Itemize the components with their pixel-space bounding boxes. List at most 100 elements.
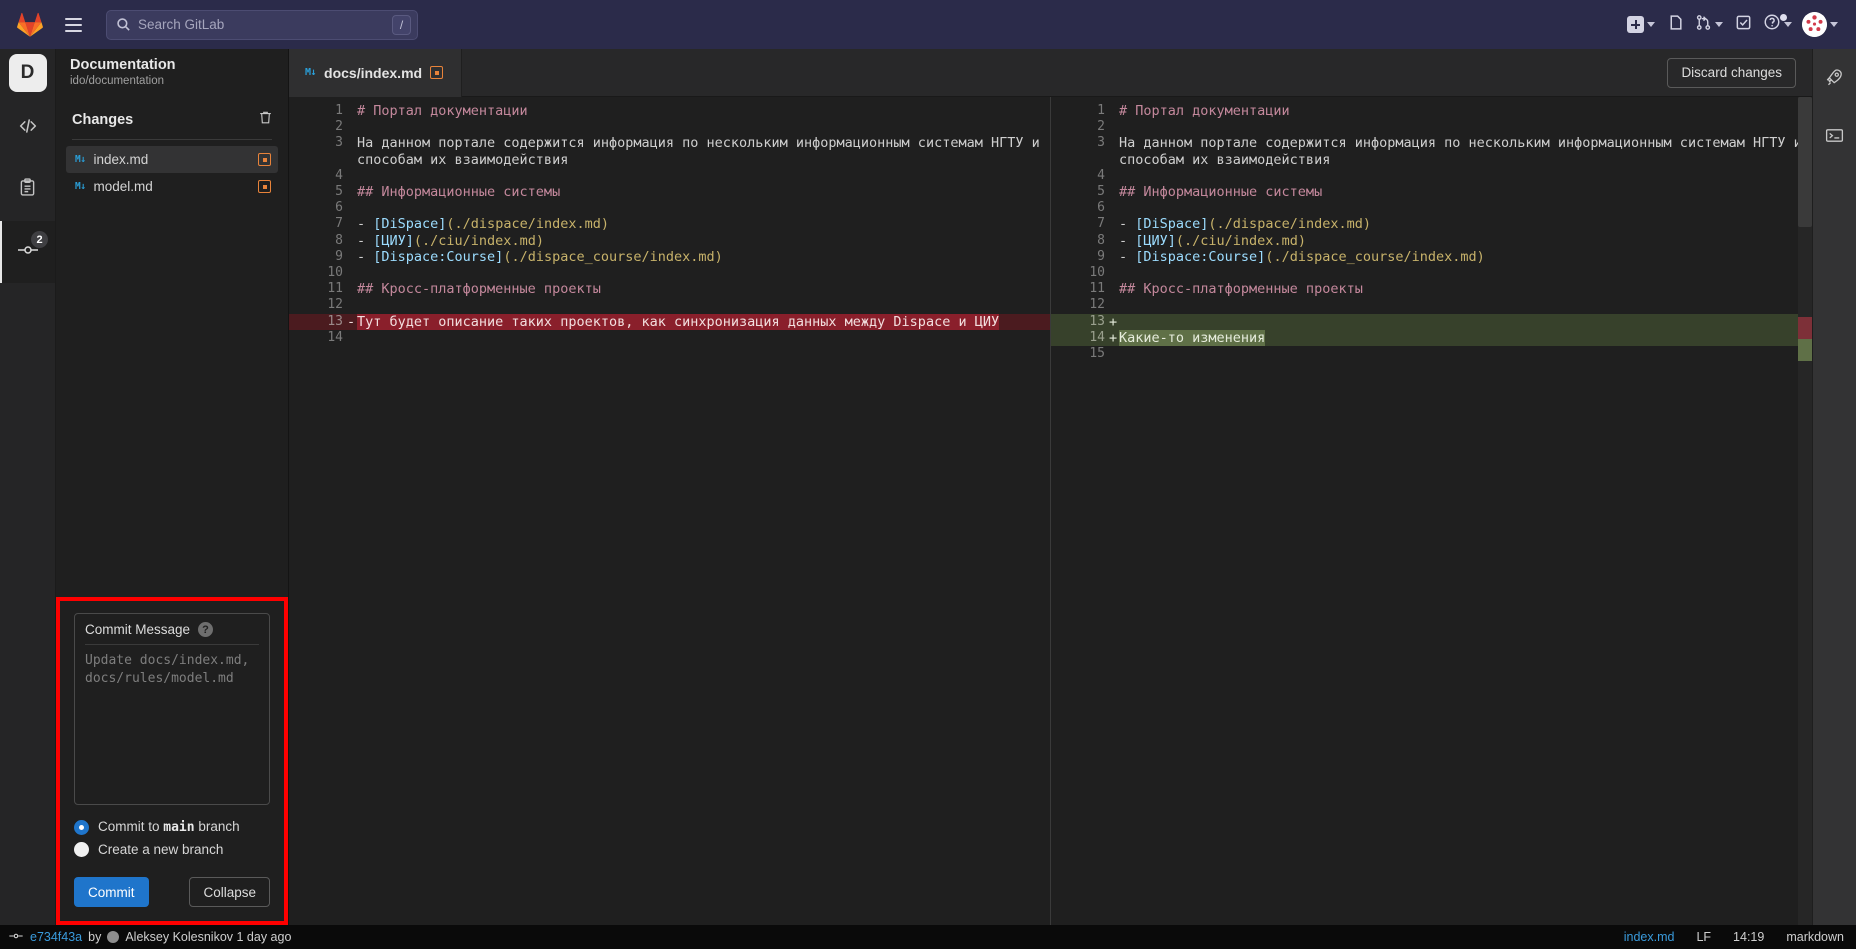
todos-link[interactable] xyxy=(1729,9,1757,41)
status-bar: e734f43a by Aleksey Kolesnikov 1 day ago… xyxy=(0,925,1856,949)
diff-line: 9- [Dispace:Course](./dispace_course/ind… xyxy=(289,249,1050,265)
rail-item-commit[interactable]: 2 xyxy=(0,221,55,283)
hamburger-line xyxy=(64,17,82,20)
create-new-menu[interactable] xyxy=(1623,9,1659,41)
status-time[interactable]: 14:19 xyxy=(1733,930,1764,944)
diff-line: 8- [ЦИУ](./ciu/index.md) xyxy=(1051,233,1812,249)
line-text: ## Кросс-платформенные проекты xyxy=(356,281,1050,297)
diff-line: 9- [Dispace:Course](./dispace_course/ind… xyxy=(1051,249,1812,265)
line-text: - [Dispace:Course](./dispace_course/inde… xyxy=(1118,249,1812,265)
workspace: D 2 Documentation ido/documentation Chan… xyxy=(0,48,1856,925)
plus-square-icon xyxy=(1627,16,1644,33)
line-text: - [ЦИУ](./ciu/index.md) xyxy=(1118,233,1812,249)
rail-item-review[interactable] xyxy=(0,159,55,221)
line-number: 15 xyxy=(1089,346,1105,362)
diff-sign: + xyxy=(1109,313,1118,330)
side-panel: Documentation ido/documentation Changes … xyxy=(56,49,289,925)
changed-file-index-md[interactable]: M↓ index.md xyxy=(66,146,278,173)
code-token: (./ciu/index.md) xyxy=(413,232,544,249)
terminal-icon[interactable] xyxy=(1824,125,1845,151)
tab-label: docs/index.md xyxy=(324,64,423,81)
markdown-icon: M↓ xyxy=(305,67,317,78)
main-menu-toggle[interactable] xyxy=(56,8,90,42)
diff-pane-modified[interactable]: 1 # Портал документации 2 3 На данном портал… xyxy=(1051,97,1812,925)
line-text: - [ЦИУ](./ciu/index.md) xyxy=(356,233,1050,249)
help-circle-icon[interactable]: ? xyxy=(198,622,214,637)
chevron-down-icon xyxy=(1830,22,1838,27)
project-avatar-wrap: D xyxy=(0,49,55,97)
commit-button[interactable]: Commit xyxy=(74,877,149,907)
line-number: 1 xyxy=(1097,103,1105,118)
line-number: 14 xyxy=(1089,329,1105,345)
status-file-name[interactable]: index.md xyxy=(1624,930,1675,944)
rocket-icon[interactable] xyxy=(1824,67,1845,93)
tab-docs-index-md[interactable]: M↓ docs/index.md xyxy=(289,48,463,97)
status-language[interactable]: markdown xyxy=(1786,930,1844,944)
collapse-button[interactable]: Collapse xyxy=(189,877,270,907)
hamburger-line xyxy=(64,23,82,26)
radio-unselected-icon xyxy=(74,842,89,857)
search-input[interactable] xyxy=(131,17,392,32)
markdown-icon: M↓ xyxy=(75,154,86,165)
editor-area: M↓ docs/index.md Discard changes 1 # Порт… xyxy=(289,48,1812,925)
changes-title: Changes xyxy=(72,112,134,128)
code-token: - xyxy=(1119,232,1136,249)
trash-icon[interactable] xyxy=(257,109,274,131)
changed-file-model-md[interactable]: M↓ model.md xyxy=(66,173,278,200)
line-number: 4 xyxy=(1097,167,1105,183)
diff-line: 4 xyxy=(289,168,1050,184)
vertical-scrollbar[interactable] xyxy=(1798,97,1812,227)
line-text: На данном портале содержится информация … xyxy=(356,135,1050,167)
commit-sha-link[interactable]: e734f43a xyxy=(30,930,82,944)
line-number: 10 xyxy=(327,265,343,281)
diff-line: 14 xyxy=(289,330,1050,346)
commit-option-label: Create a new branch xyxy=(98,842,224,857)
status-eol[interactable]: LF xyxy=(1696,930,1711,944)
commit-actions: Commit Collapse xyxy=(74,877,270,907)
line-number: 10 xyxy=(1089,265,1105,281)
rail-item-edit[interactable] xyxy=(0,97,55,159)
search-bar[interactable]: / xyxy=(106,9,418,40)
code-token: - xyxy=(1119,216,1136,233)
activity-rail: D 2 xyxy=(0,49,56,925)
project-avatar: D xyxy=(8,54,47,92)
diff-line: 5 ## Информационные системы xyxy=(289,184,1050,200)
diff-line: 11 ## Кросс-платформенные проекты xyxy=(289,281,1050,297)
line-number: 1 xyxy=(335,103,343,118)
help-menu[interactable] xyxy=(1759,9,1796,41)
user-menu[interactable] xyxy=(1798,9,1842,41)
branch-menu[interactable] xyxy=(1691,9,1727,41)
by-label: by xyxy=(88,930,102,944)
line-text: Тут будет описание таких проектов, как с… xyxy=(356,313,1050,330)
commit-message-input[interactable] xyxy=(85,652,259,794)
top-navigation-bar: / xyxy=(0,0,1856,49)
diff-line: 14 + Какие-то изменения xyxy=(1051,329,1812,347)
code-token: ## Информационные системы xyxy=(1119,184,1323,201)
merge-requests-link[interactable] xyxy=(1661,9,1689,41)
diff-line: 7- [DiSpace](./dispace/index.md) xyxy=(1051,216,1812,232)
editor-tab-bar: M↓ docs/index.md Discard changes xyxy=(289,48,1812,97)
line-text: На данном портале содержится информация … xyxy=(1118,135,1812,167)
line-number: 6 xyxy=(335,200,343,216)
search-icon xyxy=(116,17,131,32)
diff-line: 11 ## Кросс-платформенные проекты xyxy=(1051,281,1812,297)
search-shortcut-key: / xyxy=(392,14,411,35)
commit-option-new-branch[interactable]: Create a new branch xyxy=(74,842,270,857)
commit-option-main-branch[interactable]: Commit to main branch xyxy=(74,819,270,835)
line-number: 11 xyxy=(327,281,343,297)
diff-sign: + xyxy=(1109,329,1118,346)
line-number: 13 xyxy=(1089,313,1105,329)
chevron-down-icon xyxy=(1784,22,1792,27)
line-number: 6 xyxy=(1097,200,1105,216)
code-token: # Портал документации xyxy=(357,103,528,119)
diff-pane-original[interactable]: 1 # Портал документации 2 3 На данном портал… xyxy=(289,97,1051,925)
code-token: Какие-то изменения xyxy=(1119,329,1266,346)
discard-changes-button[interactable]: Discard changes xyxy=(1667,57,1796,88)
clipboard-icon xyxy=(17,177,38,203)
top-bar-actions xyxy=(1623,9,1842,41)
line-text: ## Информационные системы xyxy=(356,184,1050,200)
diff-line: 2 xyxy=(1051,119,1812,135)
radio-selected-icon xyxy=(74,819,89,835)
code-token: (./dispace/index.md) xyxy=(1208,216,1371,233)
gitlab-logo-icon[interactable] xyxy=(10,5,50,45)
